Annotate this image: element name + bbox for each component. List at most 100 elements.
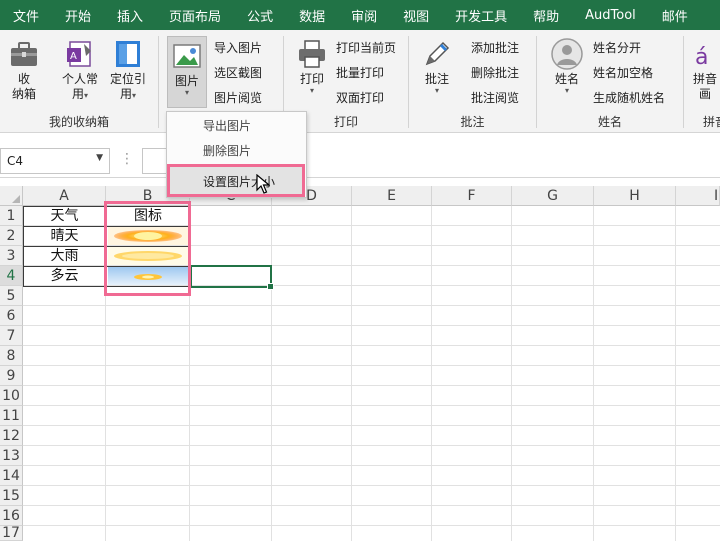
row-header-15[interactable]: 15 xyxy=(0,486,23,506)
name-add-space[interactable]: 姓名加空格 xyxy=(593,65,653,81)
menu-audtool[interactable]: AudTool xyxy=(572,8,649,23)
gridline xyxy=(511,206,512,541)
col-header-e[interactable]: E xyxy=(352,186,432,206)
name-button[interactable]: 姓名 ▾ xyxy=(549,38,585,95)
chevron-down-icon: ▾ xyxy=(184,88,189,97)
user-icon xyxy=(551,38,583,70)
menu-review[interactable]: 审阅 xyxy=(338,6,390,25)
col-header-h[interactable]: H xyxy=(594,186,676,206)
select-all-corner[interactable] xyxy=(0,186,23,206)
selected-cell-c4[interactable] xyxy=(190,265,274,290)
row-header-10[interactable]: 10 xyxy=(0,386,23,406)
menu-developer[interactable]: 开发工具 xyxy=(442,6,520,25)
picture-browse[interactable]: 图片阅览 xyxy=(214,90,262,106)
col-header-f[interactable]: F xyxy=(432,186,512,206)
name-split[interactable]: 姓名分开 xyxy=(593,40,641,56)
row-header-4[interactable]: 4 xyxy=(0,266,23,286)
gridline xyxy=(23,525,720,526)
chevron-down-icon: ▾ xyxy=(564,86,569,95)
gridline xyxy=(23,325,720,326)
pinyin-button[interactable]: á 拼音画 xyxy=(690,38,720,102)
chevron-down-icon[interactable]: ▼ xyxy=(96,153,103,163)
row-header-14[interactable]: 14 xyxy=(0,466,23,486)
personal-icon: A xyxy=(64,38,96,70)
group-label-pinyin: 拼音 xyxy=(703,115,720,129)
gridline xyxy=(23,405,720,406)
locate-ref-button[interactable]: 定位引 用▾ xyxy=(104,38,152,102)
import-picture[interactable]: 导入图片 xyxy=(214,40,262,56)
svg-text:á: á xyxy=(695,45,708,70)
row-header-16[interactable]: 16 xyxy=(0,506,23,526)
menu-formulas[interactable]: 公式 xyxy=(234,6,286,25)
group-label-comment: 批注 xyxy=(460,115,485,129)
pen-icon xyxy=(421,38,453,70)
pinyin-icon: á xyxy=(691,38,719,70)
group-label-my-box: 我的收纳箱 xyxy=(48,115,109,129)
gridline xyxy=(271,206,272,541)
row-header-7[interactable]: 7 xyxy=(0,326,23,346)
menu-file[interactable]: 文件 xyxy=(0,6,52,25)
chevron-down-icon: ▾ xyxy=(84,91,89,100)
comment-browse[interactable]: 批注阅览 xyxy=(471,90,519,106)
highlight-box-column-b xyxy=(104,201,191,296)
cell-a3[interactable]: 大雨 xyxy=(23,246,106,266)
add-comment[interactable]: 添加批注 xyxy=(471,40,519,56)
row-header-6[interactable]: 6 xyxy=(0,306,23,326)
menu-data[interactable]: 数据 xyxy=(286,6,338,25)
gridline xyxy=(675,206,676,541)
gridline xyxy=(23,305,720,306)
col-header-a[interactable]: A xyxy=(23,186,106,206)
chevron-down-icon: ▾ xyxy=(309,86,314,95)
col-header-i[interactable]: I xyxy=(676,186,720,206)
duplex-print[interactable]: 双面打印 xyxy=(336,90,384,106)
print-button[interactable]: 打印 ▾ xyxy=(294,38,330,95)
row-header-1[interactable]: 1 xyxy=(0,206,23,226)
gridline xyxy=(23,345,720,346)
print-current-page[interactable]: 打印当前页 xyxy=(336,40,396,56)
chevron-down-icon: ▾ xyxy=(434,86,439,95)
row-header-12[interactable]: 12 xyxy=(0,426,23,446)
name-box[interactable]: C4 ▼ xyxy=(0,148,110,174)
row-header-17[interactable]: 17 xyxy=(0,526,23,541)
row-header-11[interactable]: 11 xyxy=(0,406,23,426)
menu-view[interactable]: 视图 xyxy=(390,6,442,25)
picture-icon xyxy=(171,40,203,72)
menu-home[interactable]: 开始 xyxy=(52,6,104,25)
formula-bar: C4 ▼ ⋮ xyxy=(0,144,720,178)
row-header-9[interactable]: 9 xyxy=(0,366,23,386)
delete-comment[interactable]: 删除批注 xyxy=(471,65,519,81)
picture-button[interactable]: 图片 ▾ xyxy=(167,36,207,108)
gridline xyxy=(593,206,594,541)
gridline xyxy=(431,206,432,541)
export-picture-item[interactable]: 导出图片 xyxy=(167,114,306,139)
chevron-down-icon: ▾ xyxy=(132,91,137,100)
group-my-box: 收纳箱 A 个人常 用▾ 定位引 用▾ 我的收纳箱 xyxy=(0,30,158,133)
row-header-5[interactable]: 5 xyxy=(0,286,23,306)
row-header-13[interactable]: 13 xyxy=(0,446,23,466)
menu-page-layout[interactable]: 页面布局 xyxy=(156,6,234,25)
personal-button[interactable]: A 个人常 用▾ xyxy=(54,38,106,102)
delete-picture-item[interactable]: 删除图片 xyxy=(167,139,306,164)
random-name[interactable]: 生成随机姓名 xyxy=(593,90,665,106)
cell-a4[interactable]: 多云 xyxy=(23,266,106,286)
menu-help[interactable]: 帮助 xyxy=(520,6,572,25)
row-header-8[interactable]: 8 xyxy=(0,346,23,366)
menu-mail[interactable]: 邮件 xyxy=(649,6,701,25)
resize-picture-item[interactable]: 设置图片大小 xyxy=(167,164,305,197)
menu-insert[interactable]: 插入 xyxy=(104,6,156,25)
gridline xyxy=(23,445,720,446)
gridline xyxy=(23,505,720,506)
row-header-3[interactable]: 3 xyxy=(0,246,23,266)
svg-text:A: A xyxy=(70,51,77,62)
cell-a2[interactable]: 晴天 xyxy=(23,226,106,246)
batch-print[interactable]: 批量打印 xyxy=(336,65,384,81)
ribbon: 收纳箱 A 个人常 用▾ 定位引 用▾ 我的收纳箱 图片 ▾ 导入图片 选区截图 图片… xyxy=(0,30,720,133)
cell-a1[interactable]: 天气 xyxy=(23,206,106,226)
comment-button[interactable]: 批注 ▾ xyxy=(419,38,455,95)
box-button[interactable]: 收纳箱 xyxy=(6,38,42,102)
region-screenshot[interactable]: 选区截图 xyxy=(214,65,262,81)
group-label-name: 姓名 xyxy=(597,115,622,129)
col-header-g[interactable]: G xyxy=(512,186,594,206)
row-header-2[interactable]: 2 xyxy=(0,226,23,246)
mouse-cursor-icon xyxy=(256,173,271,197)
